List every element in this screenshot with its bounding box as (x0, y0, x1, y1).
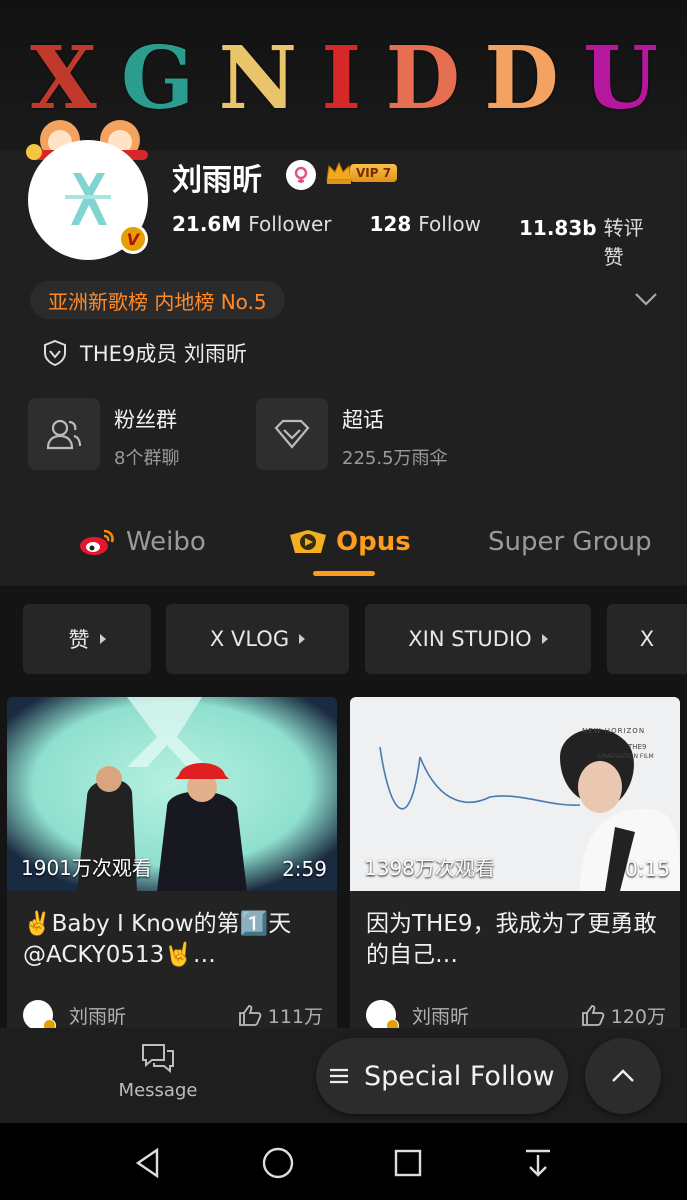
bottom-action-bar: Message Special Follow (0, 1028, 687, 1123)
author-name[interactable]: 刘雨昕 (69, 1002, 126, 1029)
shield-icon (44, 339, 66, 367)
card-title: 超话 (342, 408, 384, 432)
card-title: 粉丝群 (114, 408, 177, 432)
author-avatar[interactable] (366, 1000, 399, 1028)
thumbs-up-icon (581, 1005, 605, 1026)
recents-icon[interactable] (388, 1143, 428, 1183)
chip-label: X (639, 627, 655, 651)
stat-value: 11.83b (519, 216, 597, 240)
video-thumbnail[interactable]: 1901万次观看 2:59 (7, 697, 337, 891)
banner-letter: N (218, 27, 300, 129)
like-button[interactable]: 120万 (581, 1002, 666, 1029)
chip-x[interactable]: X (607, 604, 687, 674)
chip-xin-studio[interactable]: XIN STUDIO (365, 604, 591, 674)
stat-value: 21.6M (172, 212, 242, 236)
stat-label: Follower (248, 212, 332, 236)
banner-letter: I (321, 27, 364, 129)
view-count: 1901万次观看 (21, 856, 152, 880)
diamond-icon (256, 398, 328, 470)
profile-tabs: Weibo Opus Super Group (0, 515, 687, 585)
banner-letter: U (582, 27, 660, 129)
scroll-to-top-button[interactable] (585, 1038, 661, 1114)
special-follow-button[interactable]: Special Follow (316, 1038, 568, 1114)
chevron-up-icon (612, 1069, 634, 1082)
super-topic-card[interactable]: 超话 225.5万雨伞 (256, 398, 448, 472)
member-description: THE9成员 刘雨昕 (42, 338, 247, 368)
category-chips: 赞 X VLOG XIN STUDIO X (0, 586, 687, 691)
video-title[interactable]: 因为THE9，我成为了更勇敢的自己… (366, 909, 666, 971)
profile-stats: 21.6M Follower 128 Follow 11.83b 转评赞 (172, 212, 687, 270)
fan-group-card[interactable]: 粉丝群 8个群聊 (28, 398, 179, 472)
video-thumbnail[interactable]: NEW HORIZON THE9 GRADUATION FILM 1398万次观… (350, 697, 680, 891)
triangle-right-icon (99, 634, 106, 644)
chip-label: XIN STUDIO (408, 627, 532, 651)
tab-label: Opus (336, 527, 411, 557)
tab-opus[interactable]: Opus (288, 527, 411, 557)
video-card[interactable]: 1901万次观看 2:59 ✌️Baby I Know的第1️⃣天@ACKY05… (7, 697, 337, 1028)
message-label: Message (118, 1080, 198, 1101)
chip-label: 赞 (68, 628, 90, 652)
member-text: THE9成员 刘雨昕 (80, 342, 247, 366)
card-subtitle: 225.5万雨伞 (342, 448, 448, 469)
message-icon (142, 1044, 174, 1074)
video-duration: 2:59 (282, 857, 327, 881)
stat-followers[interactable]: 21.6M Follower (172, 212, 332, 270)
overlay-text: THE9 (628, 743, 647, 751)
stat-interactions[interactable]: 11.83b 转评赞 (519, 212, 649, 270)
system-navigation-bar (0, 1123, 687, 1200)
weibo-icon (80, 529, 114, 555)
vip-label: VIP 7 (350, 164, 398, 182)
tab-label: Super Group (488, 527, 652, 557)
verified-badge: V (118, 224, 148, 254)
triangle-right-icon (299, 634, 306, 644)
like-count: 111万 (267, 1005, 323, 1028)
stat-following[interactable]: 128 Follow (370, 212, 481, 270)
tab-label: Weibo (126, 527, 206, 557)
message-button[interactable]: Message (100, 1042, 216, 1101)
chip-label: X VLOG (209, 627, 290, 651)
video-duration: 0:15 (625, 857, 670, 881)
banner-letter: D (484, 27, 561, 129)
profile-header: X G N I D D U V 刘雨昕 VIP 7 21.6M Follower… (0, 0, 687, 585)
banner-letter: D (385, 27, 463, 129)
vip-badge[interactable]: VIP 7 (324, 160, 398, 186)
rank-badge[interactable]: 亚洲新歌榜 内地榜 No.5 (30, 281, 285, 319)
card-subtitle: 8个群聊 (114, 448, 180, 469)
overlay-text: NEW HORIZON (582, 727, 646, 735)
back-icon[interactable] (128, 1143, 168, 1183)
home-icon[interactable] (258, 1143, 298, 1183)
like-button[interactable]: 111万 (238, 1002, 323, 1029)
chip-x-vlog[interactable]: X VLOG (166, 604, 349, 674)
gender-female-icon (286, 160, 316, 190)
stat-label: 转评赞 (603, 216, 644, 269)
like-count: 120万 (610, 1005, 666, 1028)
special-follow-label: Special Follow (364, 1060, 555, 1092)
author-name[interactable]: 刘雨昕 (412, 1002, 469, 1029)
stat-value: 128 (369, 212, 412, 236)
active-tab-indicator (313, 571, 375, 576)
menu-icon (330, 1068, 348, 1084)
avatar-logo-icon (65, 173, 111, 225)
video-title[interactable]: ✌️Baby I Know的第1️⃣天@ACKY0513🤘… (23, 909, 323, 971)
stat-label: Follow (418, 212, 481, 236)
people-icon (28, 398, 100, 470)
video-grid: 1901万次观看 2:59 ✌️Baby I Know的第1️⃣天@ACKY05… (0, 691, 687, 1028)
thumbs-up-icon (238, 1005, 262, 1026)
video-card[interactable]: NEW HORIZON THE9 GRADUATION FILM 1398万次观… (350, 697, 680, 1028)
video-meta: 刘雨昕 111万 (23, 997, 323, 1028)
view-count: 1398万次观看 (364, 856, 495, 880)
triangle-right-icon (541, 634, 548, 644)
profile-name: 刘雨昕 (172, 163, 262, 198)
video-meta: 刘雨昕 120万 (366, 997, 666, 1028)
chevron-down-icon[interactable] (630, 284, 662, 314)
tab-super-group[interactable]: Super Group (488, 527, 652, 557)
overlay-text: GRADUATION FILM (598, 753, 654, 760)
opus-icon (290, 530, 326, 553)
author-avatar[interactable] (23, 1000, 56, 1028)
chip-like[interactable]: 赞 (23, 604, 151, 674)
tab-weibo[interactable]: Weibo (78, 527, 206, 557)
notification-pull-down-icon[interactable] (518, 1143, 558, 1183)
